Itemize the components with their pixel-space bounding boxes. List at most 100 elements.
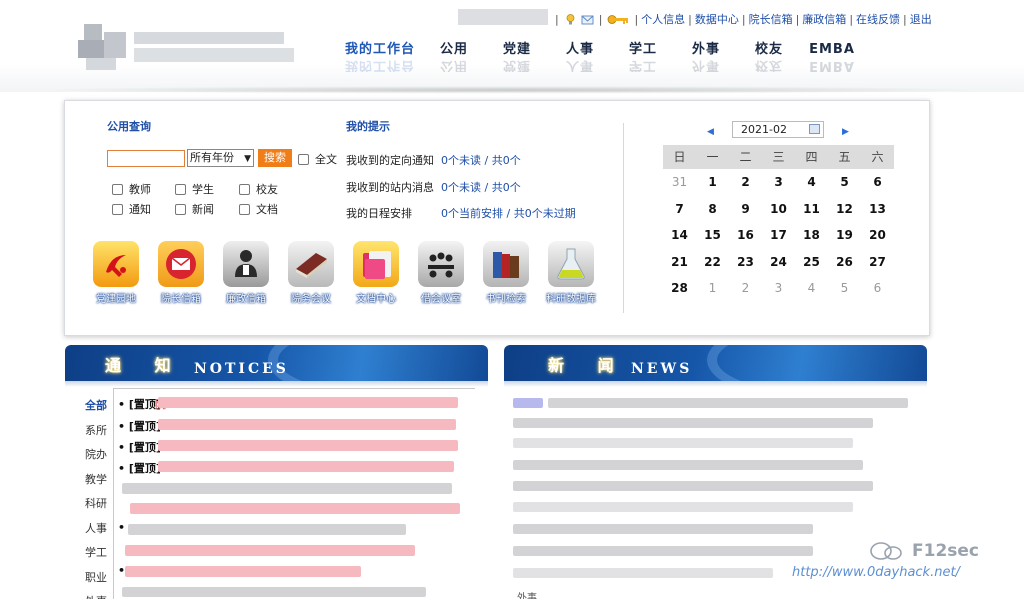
header-decoration — [268, 345, 488, 381]
calendar-day[interactable]: 9 — [729, 196, 762, 223]
calendar-day[interactable]: 27 — [861, 249, 894, 276]
year-select[interactable]: 所有年份 ▼ — [187, 149, 254, 167]
app-meeting-docs[interactable]: 院务会议 — [286, 241, 336, 305]
calendar-day[interactable]: 8 — [696, 196, 729, 223]
nav-party[interactable]: 党建 党建 — [486, 40, 548, 76]
notice-category-link[interactable]: 学工 — [85, 544, 107, 560]
calendar-month-input[interactable]: 2021-02 — [732, 121, 824, 138]
calendar-day[interactable]: 28 — [663, 275, 696, 302]
toplink-logout[interactable]: 退出 — [910, 11, 932, 27]
checkbox-box[interactable] — [175, 203, 186, 215]
check-notice[interactable]: 通知 — [112, 201, 151, 217]
notice-category-link[interactable]: 科研 — [85, 495, 107, 511]
toplink-online-feedback[interactable]: 在线反馈 — [856, 11, 900, 27]
checkbox-box[interactable] — [298, 153, 309, 165]
calendar-day[interactable]: 6 — [861, 169, 894, 196]
checkbox-box[interactable] — [112, 203, 123, 215]
key-icon[interactable] — [607, 13, 629, 26]
checkbox-box[interactable] — [239, 203, 250, 215]
calendar-day[interactable]: 1 — [696, 275, 729, 302]
calendar-day[interactable]: 3 — [762, 275, 795, 302]
check-alumni[interactable]: 校友 — [239, 181, 278, 197]
notice-item[interactable]: • [置顶] — [118, 460, 161, 476]
app-doc-center[interactable]: 文档中心 — [351, 241, 401, 305]
calendar-day[interactable]: 21 — [663, 249, 696, 276]
calendar-day[interactable]: 23 — [729, 249, 762, 276]
calendar-next-icon[interactable]: ▶ — [842, 127, 849, 137]
tips-directed-notices-link[interactable]: 0个未读 / 共0个 — [441, 152, 521, 168]
calendar-day[interactable]: 22 — [696, 249, 729, 276]
bulb-icon[interactable] — [564, 13, 577, 26]
check-news[interactable]: 新闻 — [175, 201, 214, 217]
calendar-day[interactable]: 1 — [696, 169, 729, 196]
calendar-day[interactable]: 10 — [762, 196, 795, 223]
calendar-day[interactable]: 5 — [828, 275, 861, 302]
calendar-day[interactable]: 2 — [729, 275, 762, 302]
calendar-picker-icon[interactable] — [809, 124, 820, 134]
calendar-day[interactable]: 7 — [663, 196, 696, 223]
notice-category-link[interactable]: 职业 — [85, 569, 107, 585]
calendar-day[interactable]: 18 — [795, 222, 828, 249]
notice-item[interactable]: • [置顶] — [118, 439, 161, 455]
checkbox-box[interactable] — [239, 183, 250, 195]
toplink-integrity-mailbox[interactable]: 廉政信箱 — [802, 11, 846, 27]
tips-schedule-link[interactable]: 0个当前安排 / 共0个未过期 — [441, 205, 576, 221]
calendar-day[interactable]: 2 — [729, 169, 762, 196]
notice-category-link[interactable]: 外事 — [85, 593, 107, 599]
calendar-day[interactable]: 16 — [729, 222, 762, 249]
app-meeting-room[interactable]: 借会议室 — [416, 241, 466, 305]
calendar-day[interactable]: 20 — [861, 222, 894, 249]
app-book-search[interactable]: 书刊检索 — [481, 241, 531, 305]
calendar-day[interactable]: 3 — [762, 169, 795, 196]
calendar-day[interactable]: 6 — [861, 275, 894, 302]
toplink-dean-mailbox[interactable]: 院长信箱 — [749, 11, 793, 27]
calendar-day[interactable]: 14 — [663, 222, 696, 249]
checkbox-box[interactable] — [112, 183, 123, 195]
app-dean-mailbox[interactable]: 院长信箱 — [156, 241, 206, 305]
notice-category-link[interactable]: 教学 — [85, 471, 107, 487]
fulltext-checkbox[interactable]: 全文 — [298, 151, 337, 167]
tips-messages-link[interactable]: 0个未读 / 共0个 — [441, 179, 521, 195]
notice-category-link[interactable]: 系所 — [85, 422, 107, 438]
calendar-day[interactable]: 25 — [795, 249, 828, 276]
mail-icon[interactable] — [581, 13, 594, 26]
calendar-day[interactable]: 5 — [828, 169, 861, 196]
nav-public[interactable]: 公用 公用 — [423, 40, 485, 76]
app-research-db[interactable]: 科研数据库 — [546, 241, 596, 305]
nav-foreign-affairs[interactable]: 外事 外事 — [675, 40, 737, 76]
nav-student-affairs[interactable]: 学工 学工 — [612, 40, 674, 76]
notice-item[interactable]: • — [118, 564, 125, 577]
check-teacher[interactable]: 教师 — [112, 181, 151, 197]
calendar-day[interactable]: 24 — [762, 249, 795, 276]
calendar-day[interactable]: 4 — [795, 275, 828, 302]
calendar-day[interactable]: 26 — [828, 249, 861, 276]
checkbox-box[interactable] — [175, 183, 186, 195]
notice-category-link[interactable]: 全部 — [85, 397, 107, 413]
notice-item[interactable]: • — [118, 521, 125, 534]
app-integrity-mailbox[interactable]: 廉政信箱 — [221, 241, 271, 305]
check-student[interactable]: 学生 — [175, 181, 214, 197]
notice-category-link[interactable]: 院办 — [85, 446, 107, 462]
calendar-day[interactable]: 4 — [795, 169, 828, 196]
search-input[interactable] — [107, 150, 185, 167]
notice-item[interactable]: • [置顶] — [118, 418, 161, 434]
calendar-day[interactable]: 13 — [861, 196, 894, 223]
nav-workbench[interactable]: 我的工作台 我的工作台 — [338, 40, 422, 76]
nav-alumni[interactable]: 校友 校友 — [738, 40, 800, 76]
calendar-day[interactable]: 11 — [795, 196, 828, 223]
calendar-day[interactable]: 17 — [762, 222, 795, 249]
toplink-data-center[interactable]: 数据中心 — [695, 11, 739, 27]
calendar-day[interactable]: 31 — [663, 169, 696, 196]
notice-category-link[interactable]: 人事 — [85, 520, 107, 536]
calendar-day[interactable]: 15 — [696, 222, 729, 249]
calendar-prev-icon[interactable]: ◀ — [707, 127, 714, 137]
check-docs[interactable]: 文档 — [239, 201, 278, 217]
calendar-day[interactable]: 12 — [828, 196, 861, 223]
site-logo[interactable] — [78, 18, 300, 76]
nav-hr[interactable]: 人事 人事 — [549, 40, 611, 76]
calendar-day[interactable]: 19 — [828, 222, 861, 249]
app-party[interactable]: 党建园地 — [91, 241, 141, 305]
nav-emba[interactable]: EMBA EMBA — [801, 40, 863, 76]
toplink-profile[interactable]: 个人信息 — [641, 11, 685, 27]
search-button[interactable]: 搜索 — [258, 149, 292, 167]
